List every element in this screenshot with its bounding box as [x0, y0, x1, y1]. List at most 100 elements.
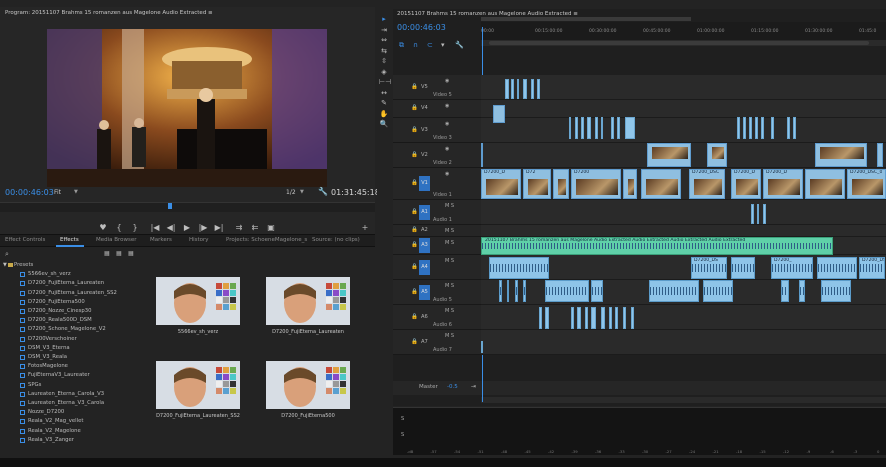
video-clip[interactable] — [625, 117, 635, 139]
mute-icon[interactable]: M S — [445, 333, 454, 339]
timeline-ruler[interactable]: 00:00 00:15:00:00 00:30:00:00 00:45:00:00 01… — [481, 22, 886, 40]
razor-icon[interactable]: ◈ — [379, 68, 389, 78]
lock-icon[interactable]: 🔒 — [411, 105, 418, 111]
track-select-icon[interactable]: ⇥ — [379, 26, 389, 36]
mute-icon[interactable]: M S — [445, 203, 454, 209]
eye-icon[interactable]: ◉ — [445, 78, 449, 84]
zoom-scroll-handle[interactable] — [489, 41, 869, 45]
resolution-select[interactable]: 1/2 — [286, 189, 296, 196]
audio-clip[interactable] — [781, 280, 789, 302]
video-clip[interactable] — [581, 117, 584, 139]
video-clip[interactable] — [707, 143, 727, 167]
video-clip[interactable] — [793, 117, 796, 139]
slide-icon[interactable]: ↔ — [379, 89, 389, 99]
lock-icon[interactable]: 🔒 — [411, 339, 418, 345]
audio-clip[interactable] — [591, 280, 603, 302]
audio-clip[interactable] — [751, 204, 754, 224]
audio-clip[interactable] — [507, 280, 509, 302]
effects-search-bar[interactable]: ⌕ ▦ ▦ ▦ — [0, 249, 375, 261]
track-lane-a7[interactable] — [481, 330, 886, 355]
video-clip[interactable] — [877, 143, 883, 167]
yuv-icon[interactable]: ▦ — [128, 250, 134, 257]
video-clip[interactable] — [743, 117, 746, 139]
audio-clip[interactable] — [649, 280, 699, 302]
hand-icon[interactable]: ✋ — [379, 110, 389, 120]
preset-thumbnail[interactable] — [156, 361, 240, 409]
video-clip[interactable] — [595, 117, 598, 139]
video-clip[interactable] — [575, 117, 578, 139]
lock-icon[interactable]: 🔒 — [411, 242, 418, 248]
mute-icon[interactable]: M S — [445, 258, 454, 264]
linked-selection-icon[interactable]: ⊂ — [427, 41, 433, 49]
rolling-edit-icon[interactable]: ⇆ — [379, 47, 389, 57]
eye-icon[interactable]: ◉ — [445, 146, 449, 152]
mute-icon[interactable]: M S — [445, 228, 454, 234]
audio-clip[interactable] — [523, 280, 526, 302]
export-frame-button[interactable]: ▣ — [264, 223, 278, 232]
button-editor-button[interactable]: + — [358, 223, 372, 232]
track-header-a6[interactable]: 🔒 A6 M S Audio 6 — [393, 305, 481, 330]
audio-clip[interactable] — [571, 307, 574, 329]
mute-icon[interactable]: M S — [445, 240, 454, 246]
track-target-a4[interactable]: A4 — [419, 259, 430, 275]
track-header-a1[interactable]: 🔒 A1 M S Audio 1 — [393, 200, 481, 225]
timeline-scrollbar[interactable] — [481, 397, 886, 403]
lift-button[interactable]: ⇉ — [232, 223, 246, 232]
video-clip[interactable] — [553, 169, 569, 199]
video-clip[interactable] — [569, 117, 571, 139]
lock-icon[interactable]: 🔒 — [411, 180, 418, 186]
add-marker-button[interactable]: ♥ — [96, 223, 110, 232]
tab-history[interactable]: History — [189, 237, 209, 243]
track-lane-a1[interactable] — [481, 200, 886, 225]
video-clip[interactable] — [749, 117, 752, 139]
step-forward-button[interactable]: |▶ — [196, 223, 210, 232]
tab-media-browser[interactable]: Media Browser — [96, 237, 137, 243]
chevron-down-icon[interactable]: ▼ — [74, 189, 78, 195]
audio-clip[interactable] — [515, 280, 518, 302]
lock-icon[interactable]: 🔒 — [411, 314, 418, 320]
track-target-a1[interactable]: A1 — [419, 204, 430, 220]
eye-icon[interactable]: ◉ — [445, 171, 449, 177]
preset-thumbnail[interactable] — [266, 361, 350, 409]
audio-clip[interactable] — [545, 307, 549, 329]
work-area-bar[interactable] — [481, 17, 691, 21]
chevron-down-icon[interactable]: ▼ — [300, 189, 304, 195]
lock-icon[interactable]: 🔒 — [411, 227, 418, 233]
lock-icon[interactable]: 🔒 — [411, 127, 418, 133]
mute-icon[interactable]: M S — [445, 283, 454, 289]
video-clip[interactable] — [761, 117, 764, 139]
video-clip[interactable] — [641, 169, 681, 199]
video-clip[interactable] — [611, 117, 614, 139]
video-clip[interactable] — [755, 117, 758, 139]
audio-clip[interactable] — [585, 307, 588, 329]
pen-icon[interactable]: ✎ — [379, 99, 389, 109]
audio-clip[interactable] — [615, 307, 618, 329]
wrench-icon[interactable]: 🔧 — [455, 41, 464, 49]
tab-effects[interactable]: Effects — [60, 237, 79, 243]
audio-clip[interactable] — [799, 280, 805, 302]
master-volume[interactable]: -0.5 — [447, 384, 458, 390]
program-playhead[interactable] — [168, 203, 172, 209]
video-clip[interactable] — [531, 79, 534, 99]
audio-clip[interactable] — [631, 307, 634, 329]
track-header-v1[interactable]: 🔒 V1 ◉ Video 1 — [393, 168, 481, 200]
track-target-a5[interactable]: A5 — [419, 284, 430, 300]
audio-clip[interactable] — [817, 257, 857, 279]
go-to-out-button[interactable]: ▶| — [212, 223, 226, 232]
track-lane-v5[interactable] — [481, 75, 886, 100]
track-header-a4[interactable]: 🔒 A4 M S — [393, 255, 481, 280]
video-clip[interactable] — [505, 79, 509, 99]
audio-clip[interactable] — [623, 307, 626, 329]
track-header-v5[interactable]: 🔒 V5 ◉ Video 5 — [393, 75, 481, 100]
lock-icon[interactable]: 🔒 — [411, 84, 418, 90]
accelerated-icon[interactable]: ▦ — [116, 250, 122, 257]
snap-icon[interactable]: ∩ — [413, 41, 418, 49]
video-clip[interactable] — [647, 143, 691, 167]
audio-clip[interactable] — [545, 280, 589, 302]
rate-stretch-icon[interactable]: ⇳ — [379, 57, 389, 67]
video-clip[interactable] — [601, 117, 603, 139]
video-clip[interactable] — [587, 117, 591, 139]
tab-effect-controls[interactable]: Effect Controls — [5, 237, 45, 243]
go-to-in-button[interactable]: |◀ — [148, 223, 162, 232]
video-clip[interactable] — [511, 79, 514, 99]
